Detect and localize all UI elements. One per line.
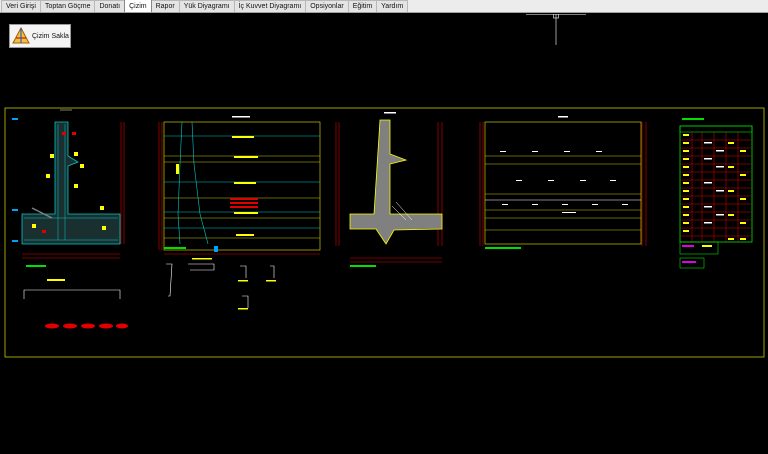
rebar-schedule-table [679, 118, 753, 269]
crosshair-cursor [526, 14, 586, 45]
tab-egitim[interactable]: Eğitim [347, 0, 378, 12]
tab-opsiyonlar[interactable]: Opsiyonlar [305, 0, 349, 12]
tab-yuk-diyagrami[interactable]: Yük Diyagramı [178, 0, 235, 12]
tab-cizim[interactable]: Çizim [124, 0, 152, 12]
tab-toptan-gocme[interactable]: Toptan Göçme [39, 0, 96, 12]
wall-elevation [158, 116, 321, 310]
footing-elevation [479, 116, 647, 249]
tab-bar: Veri Girişi Toptan Göçme Donatı Çizim Ra… [0, 0, 768, 13]
drawing-canvas[interactable]: Çizim Sakla [2, 14, 765, 453]
drawing-compass-icon [12, 27, 30, 44]
tab-donati[interactable]: Donatı [94, 0, 126, 12]
wall-section-reinforcement [12, 109, 128, 329]
save-drawing-label: Çizim Sakla [32, 32, 69, 40]
save-drawing-button[interactable]: Çizim Sakla [9, 24, 71, 48]
tab-veri-girisi[interactable]: Veri Girişi [1, 0, 41, 12]
cad-drawing [4, 14, 765, 358]
tab-ic-kuvvet-diyagrami[interactable]: İç Kuvvet Diyagramı [233, 0, 307, 12]
tab-rapor[interactable]: Rapor [150, 0, 180, 12]
wall-section-concrete [335, 112, 443, 267]
tab-yardim[interactable]: Yardım [376, 0, 409, 12]
